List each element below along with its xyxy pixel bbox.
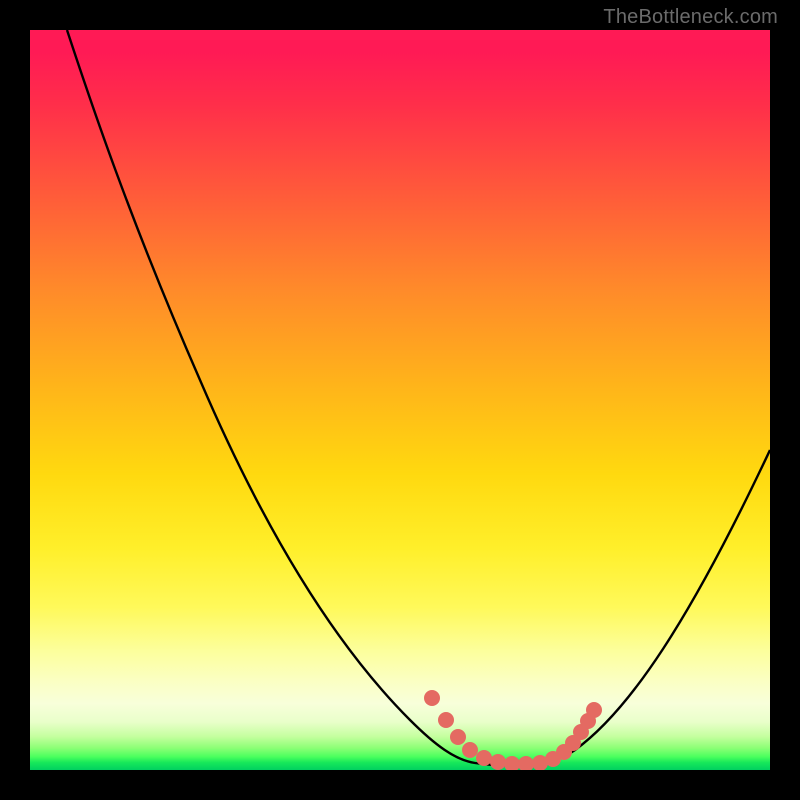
plot-area — [30, 30, 770, 770]
watermark-text: TheBottleneck.com — [603, 6, 778, 29]
highlight-dots — [424, 690, 602, 770]
chart-frame: TheBottleneck.com — [0, 0, 800, 800]
bottleneck-curve — [67, 30, 770, 766]
bottleneck-curve-svg — [30, 30, 770, 770]
